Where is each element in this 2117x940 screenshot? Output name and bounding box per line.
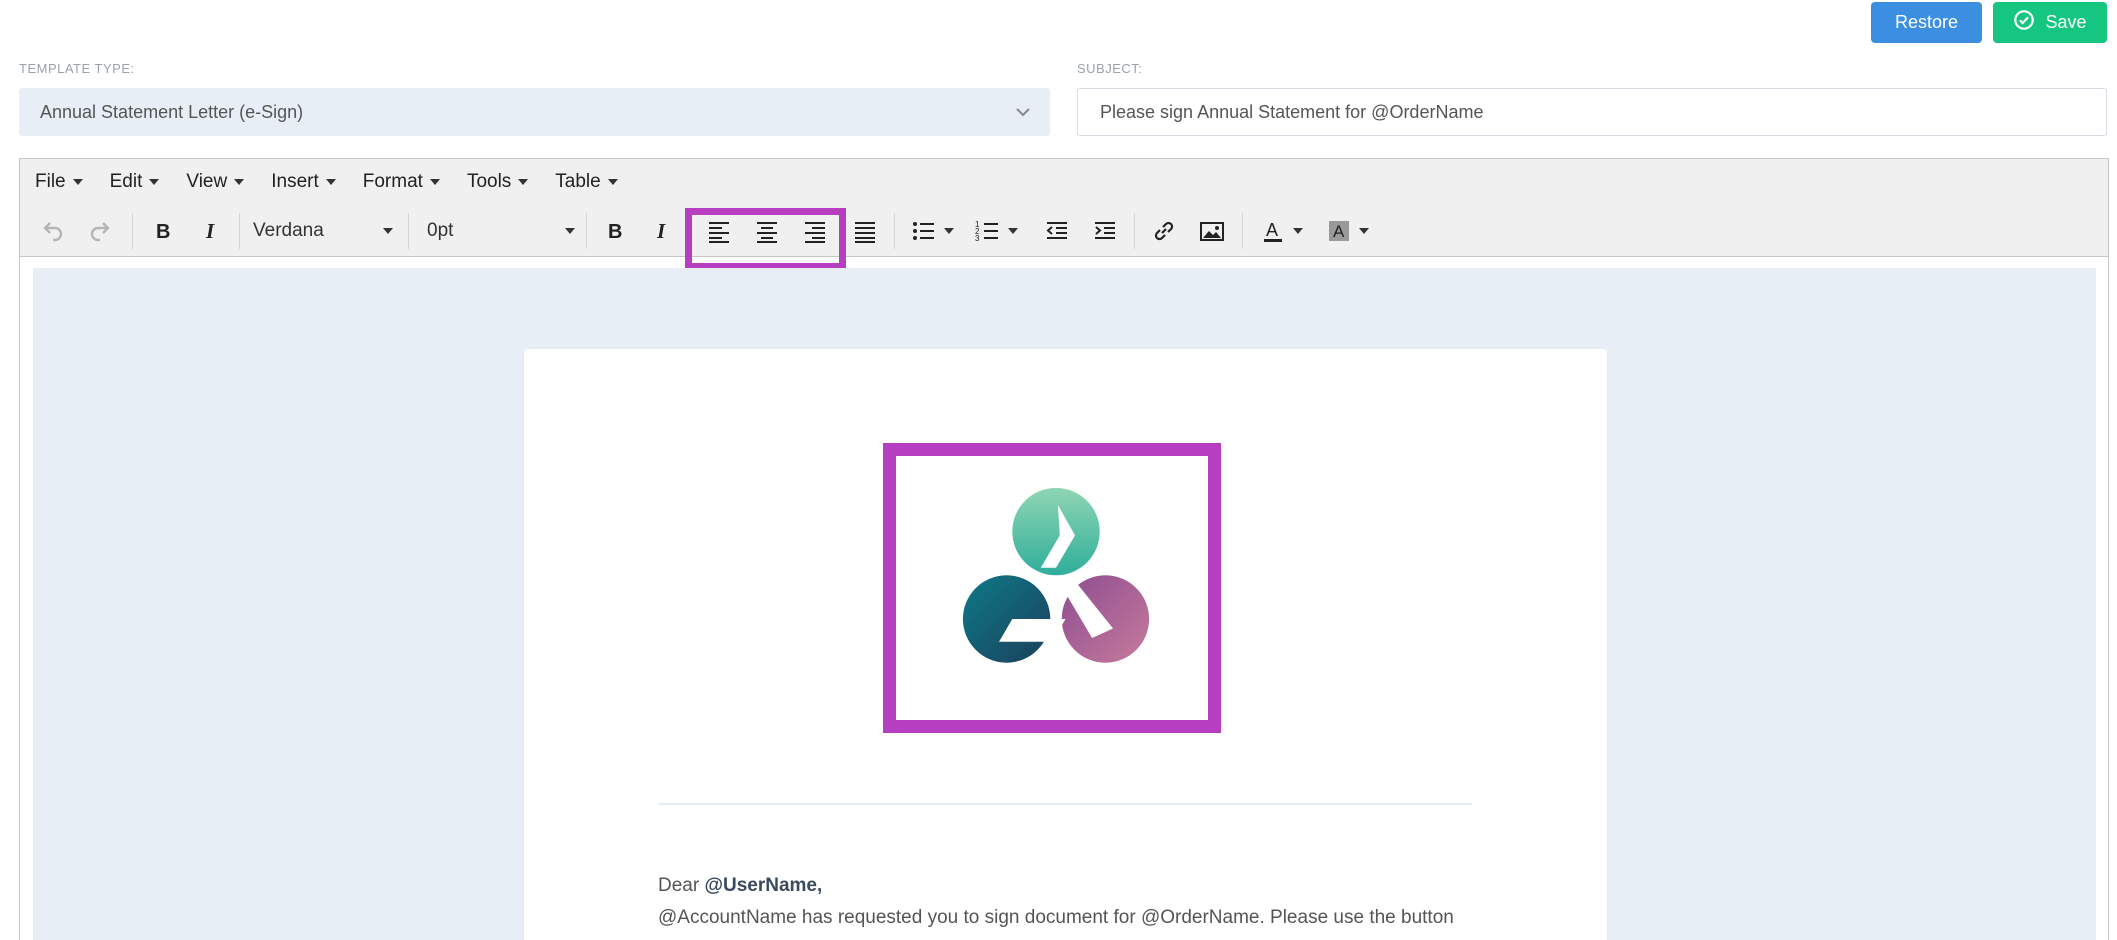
save-label: Save: [2045, 12, 2087, 32]
caret-icon: [383, 228, 393, 234]
link-icon[interactable]: [1144, 214, 1184, 248]
svg-text:I: I: [656, 219, 666, 243]
indent-icon[interactable]: [1085, 214, 1125, 248]
menu-label: View: [186, 171, 228, 192]
caret-icon: [607, 179, 618, 185]
caret-icon: [565, 228, 575, 234]
toolbar-separator: [239, 213, 240, 249]
greeting-prefix: Dear: [658, 875, 700, 896]
subject-input[interactable]: Please sign Annual Statement for @OrderN…: [1077, 88, 2107, 136]
toolbar-separator: [408, 213, 409, 249]
svg-text:B: B: [156, 221, 170, 243]
justify-icon[interactable]: [845, 214, 885, 248]
svg-text:A: A: [1266, 220, 1278, 240]
toolbar-separator: [132, 213, 133, 249]
restore-label: Restore: [1894, 12, 1959, 32]
caret-icon: [72, 179, 83, 185]
caret-icon: [149, 179, 160, 185]
template-type-value: Annual Statement Letter (e-Sign): [40, 101, 304, 122]
editor-canvas[interactable]: Dear @UserName, @AccountName has request…: [33, 268, 2096, 940]
template-type-select[interactable]: Annual Statement Letter (e-Sign): [19, 88, 1050, 136]
template-type-label: TEMPLATE TYPE:: [19, 61, 135, 76]
logo-highlight-frame: [883, 443, 1221, 733]
subject-value: Please sign Annual Statement for @OrderN…: [1100, 101, 1484, 122]
caret-icon: [429, 179, 440, 185]
toolbar-separator: [894, 213, 895, 249]
menu-table[interactable]: Table: [555, 171, 618, 193]
greeting-name: @UserName,: [704, 875, 823, 896]
caret-icon: [1293, 228, 1303, 234]
toolbar-separator: [1134, 213, 1135, 249]
caret-icon: [234, 179, 245, 185]
save-button[interactable]: Save: [1993, 2, 2107, 43]
italic-icon[interactable]: I: [643, 214, 683, 248]
menu-label: Format: [362, 171, 423, 192]
text-color-icon[interactable]: A: [1253, 214, 1309, 248]
menu-label: File: [35, 171, 66, 192]
menu-insert[interactable]: Insert: [271, 171, 336, 193]
check-circle-icon: [2013, 9, 2035, 36]
menu-format[interactable]: Format: [363, 171, 440, 193]
caret-icon: [325, 179, 336, 185]
font-family-select[interactable]: Verdana: [253, 214, 393, 248]
menu-tools[interactable]: Tools: [466, 171, 529, 193]
font-family-value: Verdana: [253, 220, 324, 241]
bold-icon[interactable]: B: [595, 214, 635, 248]
editor-toolbar: B I Verdana 0pt B I 1 2 3 A A: [20, 205, 2108, 270]
background-color-icon[interactable]: A: [1319, 214, 1375, 248]
restore-button[interactable]: Restore: [1871, 2, 1982, 43]
menu-label: Edit: [109, 171, 143, 192]
numbered-list-icon[interactable]: 123: [968, 214, 1024, 248]
font-size-select[interactable]: 0pt: [427, 214, 575, 248]
outdent-icon[interactable]: [1037, 214, 1077, 248]
menu-label: Table: [555, 171, 601, 192]
image-icon[interactable]: [1192, 214, 1232, 248]
caret-icon: [944, 228, 954, 234]
svg-text:B: B: [608, 221, 622, 243]
caret-icon: [1008, 228, 1018, 234]
email-card: Dear @UserName, @AccountName has request…: [524, 349, 1607, 940]
redo-icon[interactable]: [81, 214, 121, 248]
greeting-line: Dear @UserName,: [658, 875, 822, 897]
editor-menubar: File Edit View Insert Format Tools Table: [20, 159, 2108, 205]
chevron-down-icon: [1014, 103, 1032, 121]
svg-text:3: 3: [975, 234, 980, 243]
toolbar-separator: [586, 213, 587, 249]
subject-label: SUBJECT:: [1077, 61, 1143, 76]
undo-icon[interactable]: [32, 214, 72, 248]
body-text: @AccountName has requested you to sign d…: [658, 907, 1454, 928]
menu-file[interactable]: File: [35, 171, 83, 193]
content-divider: [658, 803, 1472, 805]
menu-view[interactable]: View: [186, 171, 245, 193]
menu-label: Tools: [466, 171, 512, 192]
font-size-value: 0pt: [427, 220, 454, 241]
bullet-list-icon[interactable]: [904, 214, 960, 248]
menu-edit[interactable]: Edit: [110, 171, 160, 193]
company-logo: [962, 487, 1150, 663]
bold-icon[interactable]: B: [143, 214, 183, 248]
caret-icon: [518, 179, 529, 185]
rich-text-editor: File Edit View Insert Format Tools Table…: [19, 158, 2109, 940]
menu-label: Insert: [271, 171, 319, 192]
caret-icon: [1359, 228, 1369, 234]
alignment-highlight-frame: [685, 208, 846, 270]
svg-text:I: I: [205, 219, 215, 243]
svg-text:A: A: [1333, 222, 1345, 241]
italic-icon[interactable]: I: [192, 214, 232, 248]
toolbar-separator: [1242, 213, 1243, 249]
